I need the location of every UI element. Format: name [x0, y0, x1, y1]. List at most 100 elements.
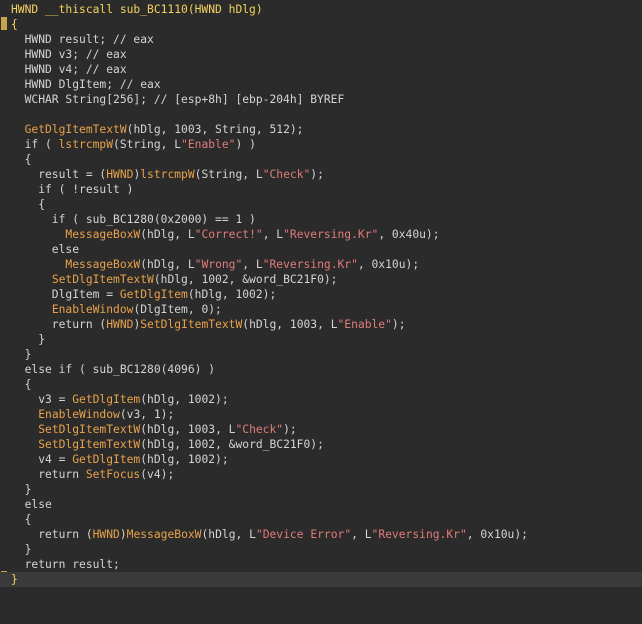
identifier-token[interactable]: HWND: [106, 318, 133, 331]
code-line[interactable]: if ( sub_BC1280(0x2000) == 1 ): [11, 212, 642, 227]
code-line[interactable]: WCHAR String[256]; // [esp+8h] [ebp-204h…: [11, 92, 642, 107]
code-line[interactable]: result = (HWND)lstrcmpW(String, L"Check"…: [11, 167, 642, 182]
code-line[interactable]: {: [11, 17, 642, 32]
identifier-token[interactable]: MessageBoxW: [65, 228, 140, 241]
code-token: (String, L: [194, 168, 263, 181]
code-token: {: [11, 378, 32, 391]
code-line[interactable]: SetDlgItemTextW(hDlg, 1003, L"Check");: [11, 422, 642, 437]
identifier-token[interactable]: HWND: [106, 168, 133, 181]
code-token: v4 =: [11, 453, 73, 466]
code-token: v3 =: [11, 393, 73, 406]
code-line[interactable]: GetDlgItemTextW(hDlg, 1003, String, 512)…: [11, 122, 642, 137]
code-token: (hDlg, 1002, &word_BC21F0);: [153, 273, 338, 286]
code-line[interactable]: else if ( sub_BC1280(4096) ): [11, 362, 642, 377]
code-line[interactable]: HWND v3; // eax: [11, 47, 642, 62]
code-line[interactable]: HWND result; // eax: [11, 32, 642, 47]
identifier-token[interactable]: MessageBoxW: [65, 258, 140, 271]
identifier-token[interactable]: GetDlgItemTextW: [25, 123, 127, 136]
identifier-token[interactable]: SetDlgItemTextW: [52, 273, 154, 286]
code-line[interactable]: else: [11, 242, 642, 257]
fold-gutter: [0, 0, 10, 624]
code-token: (hDlg, 1002, &word_BC21F0);: [140, 438, 324, 451]
code-token: (hDlg, 1002);: [140, 453, 229, 466]
code-token: );: [391, 318, 406, 331]
code-line[interactable]: EnableWindow(DlgItem, 0);: [11, 302, 642, 317]
code-line[interactable]: MessageBoxW(hDlg, L"Correct!", L"Reversi…: [11, 227, 642, 242]
code-token: , 0x10u);: [466, 528, 528, 541]
code-line[interactable]: }: [11, 542, 642, 557]
code-token: }: [11, 543, 32, 556]
code-line[interactable]: }: [0, 572, 642, 587]
identifier-token[interactable]: GetDlgItem: [72, 453, 140, 466]
function-signature[interactable]: HWND __thiscall sub_BC1110(HWND hDlg): [11, 2, 642, 17]
code-token: else: [11, 243, 80, 256]
code-token: HWND DlgItem; // eax: [11, 78, 161, 91]
code-line[interactable]: HWND v4; // eax: [11, 62, 642, 77]
identifier-token[interactable]: SetDlgItemTextW: [140, 318, 242, 331]
code-line[interactable]: if ( !result ): [11, 182, 642, 197]
identifier-token[interactable]: SetFocus: [86, 468, 140, 481]
code-line[interactable]: {: [11, 512, 642, 527]
code-line[interactable]: return (HWND)MessageBoxW(hDlg, L"Device …: [11, 527, 642, 542]
identifier-token[interactable]: SetDlgItemTextW: [38, 423, 140, 436]
identifier-token[interactable]: GetDlgItem: [72, 393, 140, 406]
code-line[interactable]: }: [11, 347, 642, 362]
code-token: WCHAR String[256]; // [esp+8h] [ebp-204h…: [11, 93, 345, 106]
code-line[interactable]: return (HWND)SetDlgItemTextW(hDlg, 1003,…: [11, 317, 642, 332]
identifier-token[interactable]: GetDlgItem: [120, 288, 188, 301]
code-token: else if ( sub_BC1280(4096) ): [11, 363, 216, 376]
code-token: DlgItem =: [11, 288, 120, 301]
code-line[interactable]: MessageBoxW(hDlg, L"Wrong", L"Reversing.…: [11, 257, 642, 272]
code-token: }: [11, 333, 46, 346]
code-token: , L: [351, 528, 372, 541]
code-token: (hDlg, 1003, L: [140, 423, 236, 436]
identifier-token[interactable]: EnableWindow: [38, 408, 120, 421]
code-token: }: [11, 573, 18, 586]
code-line[interactable]: EnableWindow(v3, 1);: [11, 407, 642, 422]
code-line[interactable]: [11, 107, 642, 122]
code-token: }: [11, 348, 32, 361]
code-line[interactable]: if ( lstrcmpW(String, L"Enable") ): [11, 137, 642, 152]
identifier-token[interactable]: lstrcmpW: [59, 138, 113, 151]
code-token: (hDlg, L: [140, 258, 195, 271]
code-line[interactable]: }: [11, 482, 642, 497]
code-token: return (: [11, 318, 107, 331]
code-line[interactable]: {: [11, 377, 642, 392]
code-token: );: [283, 423, 297, 436]
code-token: {: [11, 153, 32, 166]
code-line[interactable]: DlgItem = GetDlgItem(hDlg, 1002);: [11, 287, 642, 302]
code-token: {: [11, 18, 18, 31]
identifier-token[interactable]: MessageBoxW: [127, 528, 202, 541]
code-line[interactable]: SetDlgItemTextW(hDlg, 1002, &word_BC21F0…: [11, 437, 642, 452]
code-token: HWND v3; // eax: [11, 48, 127, 61]
code-line[interactable]: SetDlgItemTextW(hDlg, 1002, &word_BC21F0…: [11, 272, 642, 287]
code-line[interactable]: }: [11, 332, 642, 347]
code-token: result = (: [11, 168, 107, 181]
code-line[interactable]: v4 = GetDlgItem(hDlg, 1002);: [11, 452, 642, 467]
code-line[interactable]: HWND DlgItem; // eax: [11, 77, 642, 92]
code-token: HWND __thiscall sub_BC1110(HWND hDlg): [11, 3, 263, 16]
code-line[interactable]: v3 = GetDlgItem(hDlg, 1002);: [11, 392, 642, 407]
code-token: HWND result; // eax: [11, 33, 154, 46]
code-token: (hDlg, L: [140, 228, 195, 241]
identifier-token[interactable]: EnableWindow: [52, 303, 134, 316]
identifier-token[interactable]: HWND: [93, 528, 120, 541]
code-line[interactable]: return SetFocus(v4);: [11, 467, 642, 482]
code-token: (hDlg, 1003, String, 512);: [126, 123, 304, 136]
pseudocode-editor[interactable]: HWND __thiscall sub_BC1110(HWND hDlg) { H…: [0, 0, 642, 624]
code-line[interactable]: return result;: [11, 557, 642, 572]
code-line[interactable]: {: [11, 152, 642, 167]
code-token: ): [119, 528, 127, 541]
code-area[interactable]: HWND __thiscall sub_BC1110(HWND hDlg) { H…: [0, 2, 642, 587]
code-token: HWND v4; // eax: [11, 63, 127, 76]
code-token: , 0x10u);: [357, 258, 420, 271]
code-line[interactable]: else: [11, 497, 642, 512]
identifier-token[interactable]: SetDlgItemTextW: [38, 438, 140, 451]
string-literal: "Check": [235, 423, 284, 436]
code-line[interactable]: {: [11, 197, 642, 212]
identifier-token[interactable]: lstrcmpW: [140, 168, 194, 181]
code-token: (hDlg, 1002);: [187, 288, 277, 301]
fold-marker-open[interactable]: [1, 17, 7, 30]
